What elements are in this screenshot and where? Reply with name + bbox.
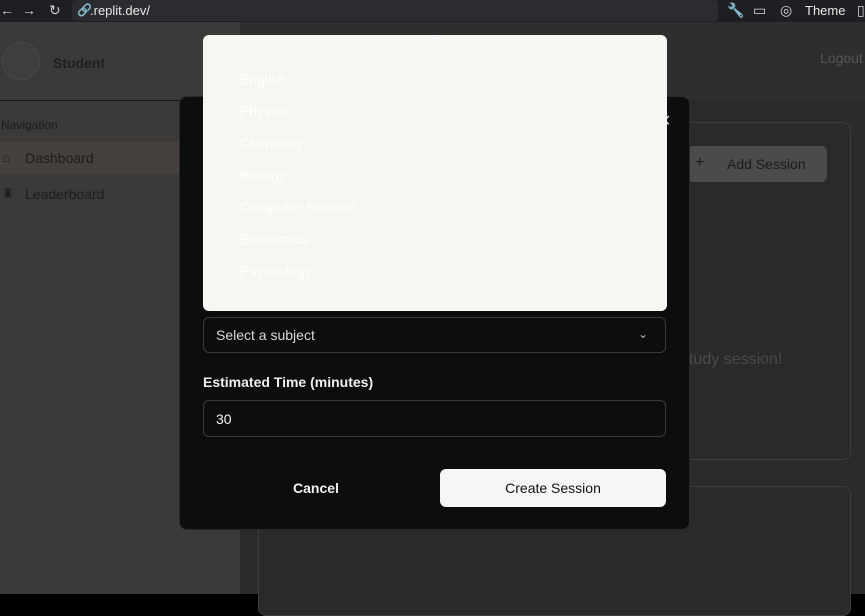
logout-button[interactable]: Logout [820, 50, 863, 66]
subject-select-value: Select a subject [216, 327, 315, 343]
dropdown-option-chemistry[interactable]: Chemistry [240, 135, 303, 151]
empty-state-message: tudy session! [689, 351, 783, 368]
browser-toolbar: ← → ↻ 🔗 .replit.dev/ 🔧 ▭ ◎ Theme ▯ [0, 0, 865, 22]
devices-icon[interactable]: ▭ [753, 2, 766, 19]
dropdown-option-physics[interactable]: Physics [240, 103, 288, 119]
add-session-label: Add Session [727, 156, 806, 172]
panel-icon[interactable]: ▯ [857, 2, 865, 19]
subject-select[interactable]: Select a subject ⌄ [203, 317, 666, 353]
theme-button[interactable]: Theme [805, 3, 845, 18]
dropdown-option-computer-science[interactable]: Computer Science [240, 199, 355, 215]
back-icon[interactable]: ← [0, 2, 14, 18]
subject-dropdown: ⌃ English Physics Chemistry Biology Comp… [203, 35, 667, 311]
sidebar-item-label: Leaderboard [25, 186, 105, 202]
avatar [2, 42, 40, 80]
estimated-time-input[interactable]: 30 [203, 400, 666, 437]
dropdown-option-english[interactable]: English [240, 71, 286, 87]
dropdown-option-biology[interactable]: Biology [240, 167, 286, 183]
dropdown-option-economics[interactable]: Economics [240, 231, 308, 247]
forward-icon[interactable]: → [22, 2, 36, 18]
user-name: Student [53, 55, 106, 71]
add-session-button[interactable]: + Add Session [687, 146, 827, 182]
time-label: Estimated Time (minutes) [203, 374, 374, 390]
create-session-button[interactable]: Create Session [440, 469, 666, 507]
address-bar[interactable] [72, 0, 718, 21]
plus-icon: + [695, 154, 705, 171]
sidebar-item-label: Dashboard [25, 150, 94, 166]
chevron-down-icon[interactable]: ⌄ [429, 292, 439, 306]
reload-icon[interactable]: ↻ [49, 2, 61, 19]
chevron-down-icon: ⌄ [638, 327, 649, 341]
trophy-icon: ♜ [2, 186, 14, 201]
chevron-up-icon[interactable]: ⌃ [429, 35, 439, 49]
palette-icon[interactable]: ◎ [780, 2, 792, 19]
home-icon: ⌂ [2, 150, 10, 165]
url-text[interactable]: .replit.dev/ [90, 3, 150, 18]
wrench-icon[interactable]: 🔧 [727, 2, 744, 19]
estimated-time-value: 30 [216, 411, 232, 427]
dropdown-option-psychology[interactable]: Psychology [240, 263, 312, 279]
cancel-button[interactable]: Cancel [203, 469, 429, 507]
nav-section-label: Navigation [1, 118, 58, 132]
